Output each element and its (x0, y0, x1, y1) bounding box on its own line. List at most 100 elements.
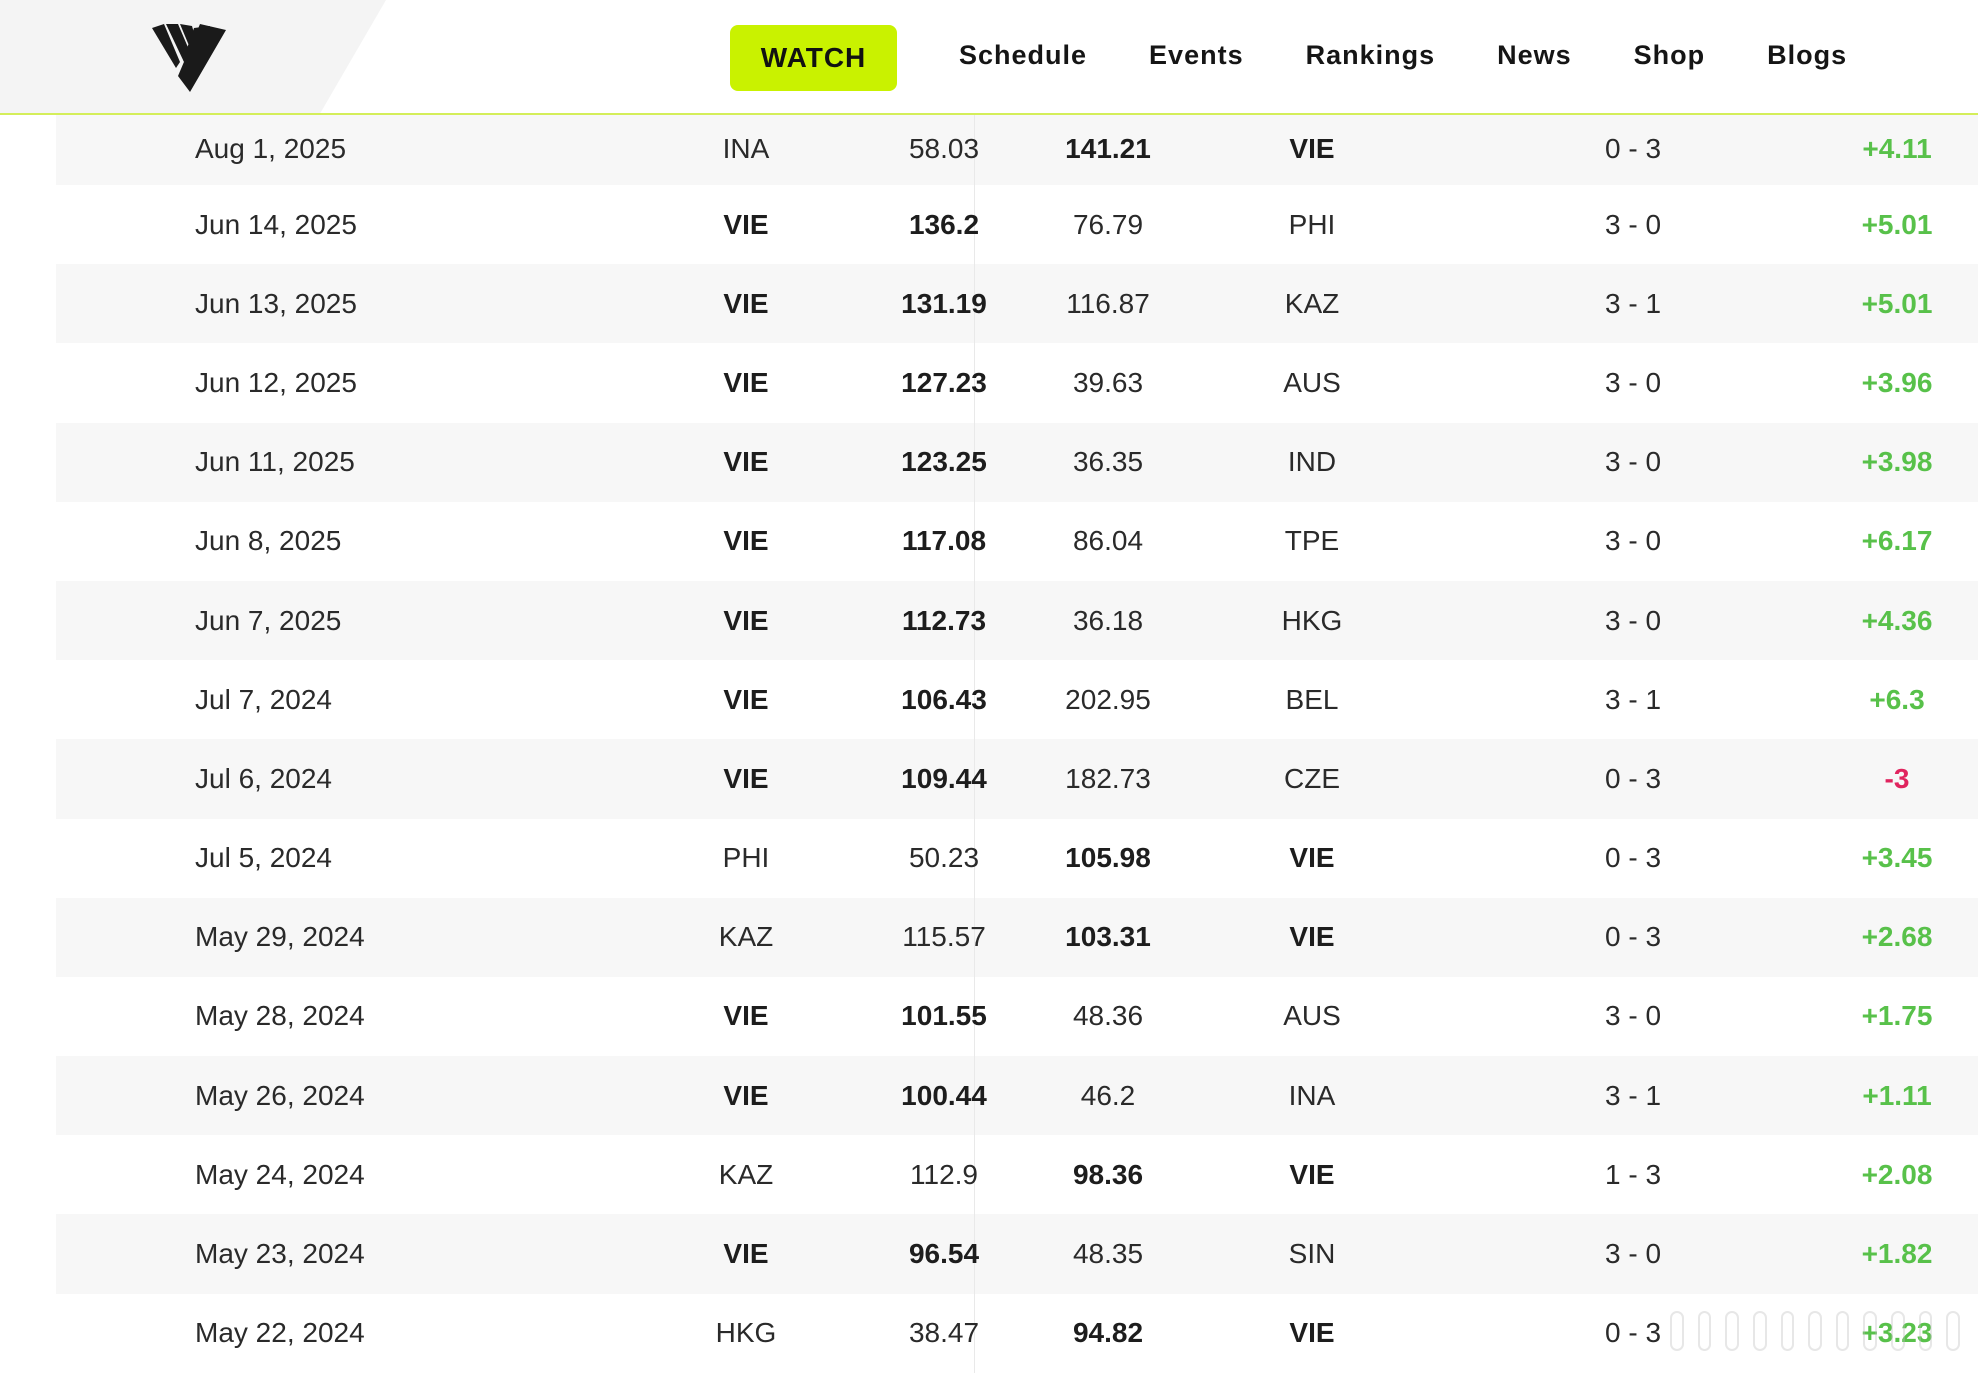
home-team: VIE (723, 1000, 769, 1032)
match-score: 3 - 0 (1604, 604, 1662, 636)
home-team: VIE (723, 1238, 769, 1270)
match-score: 3 - 1 (1604, 683, 1662, 715)
points-change: +5.01 (1861, 208, 1933, 240)
match-date: May 23, 2024 (195, 1238, 365, 1270)
points-change: +1.75 (1861, 1000, 1933, 1032)
table-row: May 23, 2024 VIE 96.54 48.35 SIN 3 - 0 +1.82 (56, 1214, 1978, 1294)
match-score: 3 - 0 (1604, 525, 1662, 557)
away-team: CZE (1284, 762, 1340, 794)
away-team: PHI (1288, 208, 1336, 240)
away-team: VIE (1289, 842, 1335, 874)
home-team: VIE (723, 287, 769, 319)
home-team: VIE (723, 208, 769, 240)
nav-link-rankings[interactable]: Rankings (1306, 40, 1436, 71)
match-date: May 28, 2024 (195, 1000, 365, 1032)
home-team: VIE (723, 762, 769, 794)
table-row: Jul 7, 2024 VIE 106.43 202.95 BEL 3 - 1 +6.3 (56, 660, 1978, 740)
away-team: SIN (1288, 1238, 1336, 1270)
nav-link-shop[interactable]: Shop (1634, 40, 1706, 71)
points-change: +1.82 (1861, 1238, 1933, 1270)
match-date: May 24, 2024 (195, 1158, 365, 1190)
match-score: 3 - 1 (1604, 287, 1662, 319)
points-change: +2.68 (1861, 921, 1933, 953)
table-row: Jun 7, 2025 VIE 112.73 36.18 HKG 3 - 0 +4.36 (56, 580, 1978, 661)
away-team: VIE (1289, 921, 1335, 953)
match-date: Jul 5, 2024 (195, 842, 332, 874)
table-row: Jul 6, 2024 VIE 109.44 182.73 CZE 0 - 3 -3 (56, 739, 1978, 819)
nav-link-blogs[interactable]: Blogs (1767, 40, 1847, 71)
away-team: IND (1287, 446, 1337, 478)
home-team: VIE (723, 683, 769, 715)
home-team: VIE (723, 525, 769, 557)
home-team: KAZ (718, 1158, 774, 1190)
match-date: Jul 7, 2024 (195, 683, 332, 715)
home-team: INA (722, 133, 770, 164)
match-date: Jul 6, 2024 (195, 762, 332, 794)
home-team: PHI (722, 842, 770, 874)
match-score: 3 - 0 (1604, 366, 1662, 398)
match-date: Jun 11, 2025 (195, 446, 355, 478)
home-team: VIE (723, 1079, 769, 1111)
points-change: -3 (1884, 762, 1910, 794)
home-team: VIE (723, 446, 769, 478)
points-change: +5.01 (1861, 287, 1933, 319)
points-change: +4.36 (1861, 604, 1933, 636)
away-team: VIE (1289, 133, 1335, 164)
nav-link-events[interactable]: Events (1149, 40, 1244, 71)
match-score: 0 - 3 (1604, 762, 1662, 794)
nav-link-news[interactable]: News (1497, 40, 1572, 71)
table-row: Jun 14, 2025 VIE 136.2 76.79 PHI 3 - 0 +5.01 (56, 185, 1978, 265)
away-team: TPE (1284, 525, 1340, 557)
table-row: Jul 5, 2024 PHI 50.23 105.98 VIE 0 - 3 +3.45 (56, 818, 1978, 898)
nav-link-schedule[interactable]: Schedule (959, 40, 1087, 71)
table-row: May 29, 2024 KAZ 115.57 103.31 VIE 0 - 3 +2.68 (56, 897, 1978, 977)
match-score: 3 - 0 (1604, 1000, 1662, 1032)
home-team: VIE (723, 604, 769, 636)
table-row: Jun 8, 2025 VIE 117.08 86.04 TPE 3 - 0 +6.17 (56, 501, 1978, 581)
points-change: +4.11 (1862, 133, 1932, 164)
table-row: Jun 12, 2025 VIE 127.23 39.63 AUS 3 - 0 +3.96 (56, 343, 1978, 423)
away-team: INA (1288, 1079, 1336, 1111)
table-row: May 26, 2024 VIE 100.44 46.2 INA 3 - 1 +1.11 (56, 1056, 1978, 1136)
match-score: 0 - 3 (1604, 133, 1662, 164)
match-score: 0 - 3 (1604, 921, 1662, 953)
points-change: +6.3 (1869, 683, 1925, 715)
away-team: AUS (1283, 366, 1341, 398)
table-row: Jun 13, 2025 VIE 131.19 116.87 KAZ 3 - 1 +5.01 (56, 264, 1978, 344)
match-date: Aug 1, 2025 (195, 133, 347, 164)
points-change: +6.17 (1861, 525, 1933, 557)
points-change: +2.08 (1861, 1158, 1933, 1190)
match-score: 3 - 1 (1604, 1079, 1662, 1111)
away-team: VIE (1289, 1317, 1335, 1349)
away-team: VIE (1289, 1158, 1335, 1190)
points-change: +3.98 (1861, 446, 1933, 478)
site-header: WATCH Schedule Events Rankings News Shop… (0, 0, 1978, 115)
table-row: Aug 1, 2025 INA 58.03 141.21 VIE 0 - 3 +4.11 (56, 113, 1978, 185)
main-nav: WATCH Schedule Events Rankings News Shop… (730, 0, 1847, 113)
home-team: KAZ (718, 921, 774, 953)
table-row: Jun 11, 2025 VIE 123.25 36.35 IND 3 - 0 +3.98 (56, 422, 1978, 502)
match-score: 3 - 0 (1604, 1238, 1662, 1270)
points-change: +3.96 (1861, 366, 1933, 398)
vnl-logo-icon[interactable] (150, 22, 228, 94)
match-score: 0 - 3 (1604, 842, 1662, 874)
table-row: May 28, 2024 VIE 101.55 48.36 AUS 3 - 0 +1.75 (56, 976, 1978, 1057)
scroll-indicator (1670, 1309, 1961, 1353)
match-date: Jun 14, 2025 (195, 208, 357, 240)
away-team: AUS (1283, 1000, 1341, 1032)
match-history-table: Aug 1, 2025 INA 58.03 141.21 VIE 0 - 3 +4.11 Ju… (56, 113, 1978, 1373)
away-team: BEL (1285, 683, 1339, 715)
match-score: 3 - 0 (1604, 208, 1662, 240)
match-date: May 22, 2024 (195, 1317, 365, 1349)
match-date: Jun 8, 2025 (195, 525, 342, 557)
points-change: +3.45 (1861, 842, 1933, 874)
match-date: Jun 13, 2025 (195, 287, 357, 319)
match-score: 1 - 3 (1604, 1158, 1662, 1190)
away-team: KAZ (1284, 287, 1340, 319)
match-date: Jun 7, 2025 (195, 604, 342, 636)
away-team: HKG (1281, 604, 1343, 636)
watch-button[interactable]: WATCH (730, 25, 897, 91)
points-change: +1.11 (1862, 1079, 1932, 1111)
match-date: May 26, 2024 (195, 1079, 365, 1111)
match-date: May 29, 2024 (195, 921, 365, 953)
